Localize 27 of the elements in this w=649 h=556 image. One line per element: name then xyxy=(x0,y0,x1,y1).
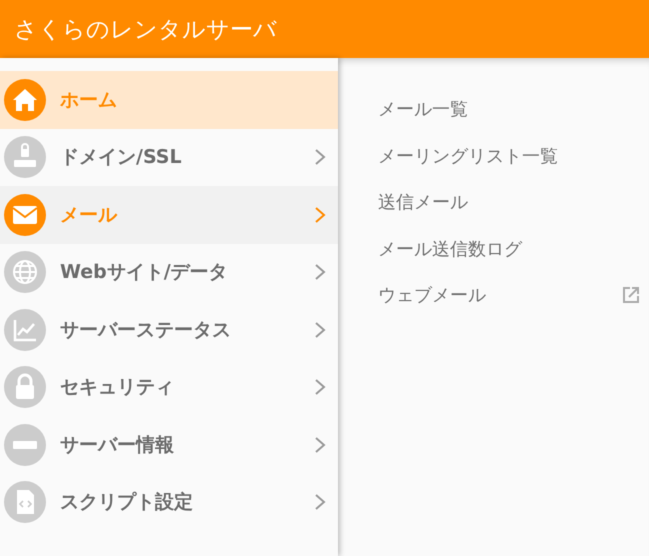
submenu-link[interactable]: メール送信数ログ xyxy=(378,236,522,261)
domain-icon xyxy=(4,136,46,178)
globe-icon xyxy=(4,251,46,294)
submenu-link[interactable]: メール一覧 xyxy=(378,97,468,122)
sidebar-item[interactable]: ドメイン/SSL xyxy=(0,128,338,186)
submenu-link[interactable]: メーリングリスト一覧 xyxy=(378,144,558,168)
app-title: さくらのレンタルサーバ xyxy=(14,16,277,44)
submenu-link[interactable]: ウェブメール xyxy=(378,283,486,308)
chevron-icon xyxy=(314,436,326,454)
chevron-icon xyxy=(314,320,326,339)
sidebar-item[interactable]: セキュリティ xyxy=(0,358,338,416)
chevron-icon xyxy=(314,148,326,166)
chart-icon xyxy=(4,308,46,351)
lock-icon xyxy=(4,366,46,408)
sidebar-item[interactable]: Webサイト/データ xyxy=(0,244,338,301)
submenu-link[interactable]: 送信メール xyxy=(378,190,468,214)
sidebar-item[interactable]: スクリプト設定 xyxy=(0,474,338,531)
file-icon xyxy=(4,481,46,524)
sidebar-item[interactable]: サーバーステータス xyxy=(0,301,338,358)
chevron-icon xyxy=(314,493,326,512)
server-icon xyxy=(4,424,46,466)
sidebar-item[interactable]: サーバー情報 xyxy=(0,416,338,474)
home-icon xyxy=(4,78,46,121)
chevron-icon xyxy=(314,206,326,224)
chevron-icon xyxy=(314,263,326,282)
chevron-icon xyxy=(314,378,326,396)
mail-icon xyxy=(4,194,46,236)
